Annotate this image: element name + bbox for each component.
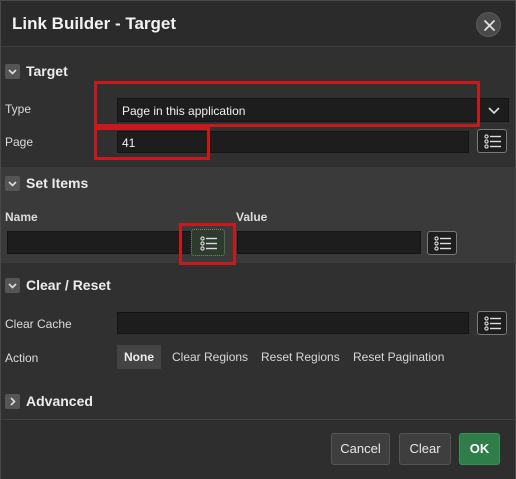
page-highlight [94,127,210,160]
item-name-input[interactable] [7,231,192,254]
dialog-footer: Cancel Clear OK [1,419,515,479]
list-icon [484,134,501,149]
type-label: Type [5,102,32,116]
ok-button[interactable]: OK [459,433,500,465]
name-column-label: Name [5,210,38,224]
close-icon [484,20,495,31]
item-value-input[interactable] [237,231,421,254]
action-reset-regions[interactable]: Reset Regions [254,345,347,369]
item-value-list-button[interactable] [427,231,457,255]
section-clear-reset-label: Clear / Reset [26,277,111,293]
section-advanced-label: Advanced [26,393,93,409]
action-none[interactable]: None [117,345,161,369]
chevron-down-icon [5,64,20,79]
page-list-button[interactable] [477,129,507,153]
cancel-button[interactable]: Cancel [331,433,390,465]
type-highlight [94,81,480,127]
section-clear-reset-toggle[interactable]: Clear / Reset [1,270,515,300]
chevron-down-icon [488,107,500,115]
section-set-items-label: Set Items [26,175,89,191]
action-reset-pagination[interactable]: Reset Pagination [346,345,451,369]
list-icon [484,316,501,331]
action-clear-regions[interactable]: Clear Regions [165,345,255,369]
list-icon [434,236,451,251]
section-set-items-toggle[interactable]: Set Items [1,168,515,198]
dialog-titlebar: Link Builder - Target [1,1,515,47]
dialog-title: Link Builder - Target [12,14,177,33]
clear-button[interactable]: Clear [399,433,451,465]
chevron-right-icon [5,394,20,409]
close-button[interactable] [476,12,501,37]
page-label: Page [5,135,34,149]
section-target-label: Target [26,63,68,79]
clear-cache-input[interactable] [117,312,469,334]
value-column-label: Value [236,210,268,224]
item-list-highlight [179,223,236,265]
action-label: Action [5,351,39,365]
clear-cache-label: Clear Cache [5,317,72,331]
section-advanced-toggle[interactable]: Advanced [1,386,515,416]
chevron-down-icon [5,176,20,191]
clear-cache-list-button[interactable] [477,311,507,335]
chevron-down-icon [5,278,20,293]
link-builder-dialog: Link Builder - Target Target Type Page i… [0,0,516,479]
